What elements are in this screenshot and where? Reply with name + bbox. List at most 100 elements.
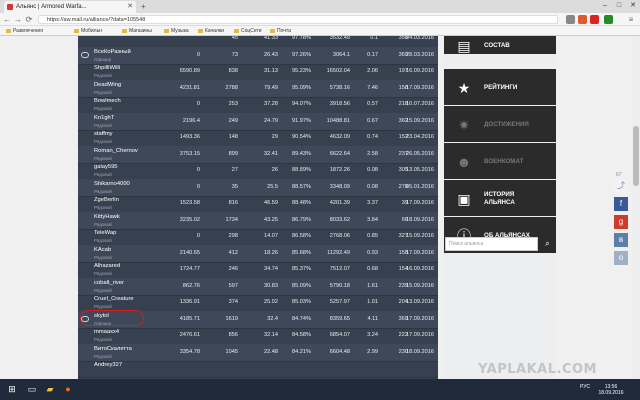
bookmark-item[interactable]: СоцСети bbox=[234, 26, 262, 36]
windows-start-icon[interactable]: ⊞ bbox=[6, 383, 18, 395]
player-rank: Рядовой bbox=[94, 106, 112, 111]
sidebar-item-2[interactable]: ★ РЕЙТИНГИ bbox=[444, 69, 556, 107]
browser-tab[interactable]: Альянс | Armored Warfa... ✕ bbox=[4, 1, 136, 13]
stat-cell: 18.09.2016 bbox=[406, 348, 434, 355]
table-row[interactable]: KittyHawk Рядовой 3235.02 1734 43.25 86.79% 80… bbox=[78, 211, 438, 230]
player-name[interactable]: ZgeBerlin bbox=[94, 197, 119, 203]
player-name[interactable]: TeleWap bbox=[94, 230, 116, 236]
bookmark-item[interactable]: Музыка bbox=[164, 26, 189, 36]
stat-cell: 412 bbox=[228, 249, 238, 256]
table-row[interactable]: Bowlmech Рядовой 0 253 37.28 94.07% 3918.56 0.5… bbox=[78, 96, 438, 114]
stat-cell: 0 bbox=[196, 101, 200, 107]
player-name[interactable]: KAcab bbox=[94, 247, 111, 253]
back-button[interactable]: ← bbox=[2, 14, 12, 25]
stat-cell: 95.23% bbox=[292, 68, 311, 74]
player-name[interactable]: Andrey327 bbox=[94, 362, 122, 368]
player-name[interactable]: Roman_Chernov bbox=[94, 148, 138, 154]
facebook-icon[interactable]: f bbox=[614, 197, 628, 211]
table-row[interactable]: ВсеКоРазный Офицер 0 73 26.43 97.26% 3064.1 0.1… bbox=[78, 46, 438, 65]
googleplus-icon[interactable]: g bbox=[614, 215, 628, 229]
player-rank: Рядовой bbox=[94, 89, 112, 95]
file-explorer-icon[interactable]: ▰ bbox=[44, 383, 56, 395]
stat-cell: 597 bbox=[228, 282, 238, 289]
bookmark-item[interactable]: Магазины bbox=[122, 26, 152, 36]
alliance-search-input[interactable]: Поиск альянса bbox=[445, 237, 538, 251]
player-name[interactable]: Shikarno4000 bbox=[94, 181, 130, 187]
table-row[interactable]: galay595 Рядовой 0 27 26 88.89% 1872.26 0.08 305… bbox=[78, 162, 438, 180]
player-name[interactable]: DeadWing bbox=[94, 82, 121, 88]
sidebar-item-3[interactable]: ✷ ДОСТИЖЕНИЯ bbox=[444, 106, 556, 144]
stat-cell: 1045 bbox=[225, 348, 238, 355]
extension-icon[interactable] bbox=[566, 15, 575, 24]
new-tab-button[interactable]: + bbox=[141, 1, 146, 12]
player-name[interactable]: cobalt_river bbox=[94, 280, 124, 286]
table-row[interactable]: DeadWing Рядовой 4231.81 2788 79.49 95.09% 573… bbox=[78, 79, 438, 98]
player-rank: Рядовой bbox=[94, 205, 112, 210]
reload-button[interactable]: ⟳ bbox=[24, 14, 34, 25]
share-icon[interactable]: ⤴ bbox=[614, 179, 628, 193]
firefox-icon[interactable]: ● bbox=[62, 383, 74, 395]
stat-cell: 85.37% bbox=[292, 266, 311, 272]
player-name[interactable]: mmaaxx4 bbox=[94, 329, 119, 335]
maximize-button[interactable]: □ bbox=[612, 0, 626, 12]
vk-icon[interactable]: в bbox=[614, 233, 628, 247]
table-row[interactable]: ZgeBerlin Рядовой 1523.58 816 46.59 88.48% 420… bbox=[78, 195, 438, 213]
bookmark-item[interactable]: Качалки bbox=[198, 26, 224, 36]
task-view-icon[interactable]: ▭ bbox=[26, 383, 38, 395]
table-row[interactable]: mmaaxx4 Рядовой 2476.61 856 32.14 84.58% 6854.… bbox=[78, 327, 438, 345]
table-row[interactable]: Shikarno4000 Рядовой 0 35 25.5 88.57% 3348.09 0… bbox=[78, 178, 438, 197]
bookmark-item[interactable]: Развлечения bbox=[6, 26, 43, 36]
extension-icon[interactable] bbox=[578, 15, 587, 24]
table-row[interactable]: Kn1ghT Рядовой 2196.4 249 24.79 91.97% 10488.8… bbox=[78, 112, 438, 131]
scrollbar-thumb[interactable] bbox=[633, 126, 639, 186]
player-name[interactable]: WhiteNIC bbox=[94, 36, 119, 38]
player-name[interactable]: Cruel_Creature bbox=[94, 296, 134, 302]
player-name[interactable]: galay595 bbox=[94, 164, 118, 170]
star-icon: ★ bbox=[457, 80, 471, 96]
extension-icon[interactable] bbox=[604, 15, 613, 24]
adblock-icon[interactable] bbox=[590, 15, 599, 24]
recruit-icon: ☻ bbox=[456, 154, 472, 170]
close-window-button[interactable]: ✕ bbox=[626, 0, 640, 12]
player-name[interactable]: Bowlmech bbox=[94, 98, 121, 104]
sidebar-item-5[interactable]: ▣ ИСТОРИЯ АЛЬЯНСА bbox=[444, 180, 556, 218]
player-name[interactable]: Alhazared bbox=[94, 263, 120, 269]
close-tab-icon[interactable]: ✕ bbox=[127, 1, 133, 13]
odnoklassniki-icon[interactable]: о bbox=[614, 251, 628, 265]
table-row[interactable]: cobalt_river Рядовой 862.76 597 30.83 85.09% 5… bbox=[78, 277, 438, 296]
stat-cell: 2788 bbox=[225, 84, 238, 91]
table-row[interactable]: Roman_Chernov Рядовой 3753.15 899 32.41 89.43… bbox=[78, 145, 438, 164]
player-name[interactable]: ВитоСкалетта bbox=[94, 346, 132, 352]
player-name[interactable]: Kn1ghT bbox=[94, 115, 114, 121]
language-indicator[interactable]: РУС bbox=[578, 384, 592, 390]
stat-cell: 862.76 bbox=[182, 282, 200, 289]
clock[interactable]: 13:56 18.09.2016 bbox=[596, 384, 626, 396]
player-name[interactable]: KittyHawk bbox=[94, 214, 120, 220]
player-name[interactable]: staffmy bbox=[94, 131, 113, 137]
stat-cell: 246 bbox=[228, 266, 238, 272]
search-button[interactable]: ⌕ bbox=[540, 237, 555, 251]
table-row[interactable]: Alhazared Рядовой 1724.77 246 34.74 85.37% 751… bbox=[78, 261, 438, 279]
player-name[interactable]: ShpilliWilli bbox=[94, 65, 120, 71]
sidebar-item-4[interactable]: ☻ ВОЕНКОМАТ bbox=[444, 143, 556, 181]
menu-icon[interactable]: ≡ bbox=[626, 14, 636, 25]
bookmark-item[interactable]: Почта bbox=[270, 26, 291, 36]
page-content: WhiteNIC4541.3397.78%3532.490.135004.03.… bbox=[0, 36, 640, 379]
minimize-button[interactable]: – bbox=[598, 0, 612, 12]
sidebar-item-1[interactable]: ▤ СОСТАВ bbox=[444, 36, 556, 56]
table-row[interactable]: staffmy Рядовой 1493.36 148 29 90.54% 4632.09 0… bbox=[78, 129, 438, 147]
stat-cell: 6590.89 bbox=[179, 68, 200, 74]
url-field[interactable]: https://aw.mail.ru/alliance/?data=105548 bbox=[38, 15, 558, 24]
sidebar-item-label: ИСТОРИЯ АЛЬЯНСА bbox=[484, 191, 515, 206]
page-scrollbar[interactable] bbox=[632, 36, 640, 379]
stat-cell: 374 bbox=[228, 299, 238, 305]
table-row[interactable]: KAcab Рядовой 2140.65 412 18.26 85.68% 11292.4… bbox=[78, 244, 438, 263]
bookmark-item[interactable]: Мобильн bbox=[74, 26, 102, 36]
forward-button[interactable]: → bbox=[13, 14, 23, 25]
table-row[interactable]: Andrey327 bbox=[78, 360, 438, 378]
sidebar-item-label: СОСТАВ bbox=[484, 42, 510, 49]
table-row[interactable]: TeleWap Рядовой 0 298 14.07 86.58% 2768.06 0.85… bbox=[78, 228, 438, 246]
table-row[interactable]: ShpilliWilli Рядовой 6590.89 838 31.13 95.23%… bbox=[78, 63, 438, 81]
table-row[interactable]: ВитоСкалетта Рядовой 3354.78 1045 22.48 84.21… bbox=[78, 343, 438, 362]
player-name[interactable]: ВсеКоРазный bbox=[94, 49, 131, 55]
